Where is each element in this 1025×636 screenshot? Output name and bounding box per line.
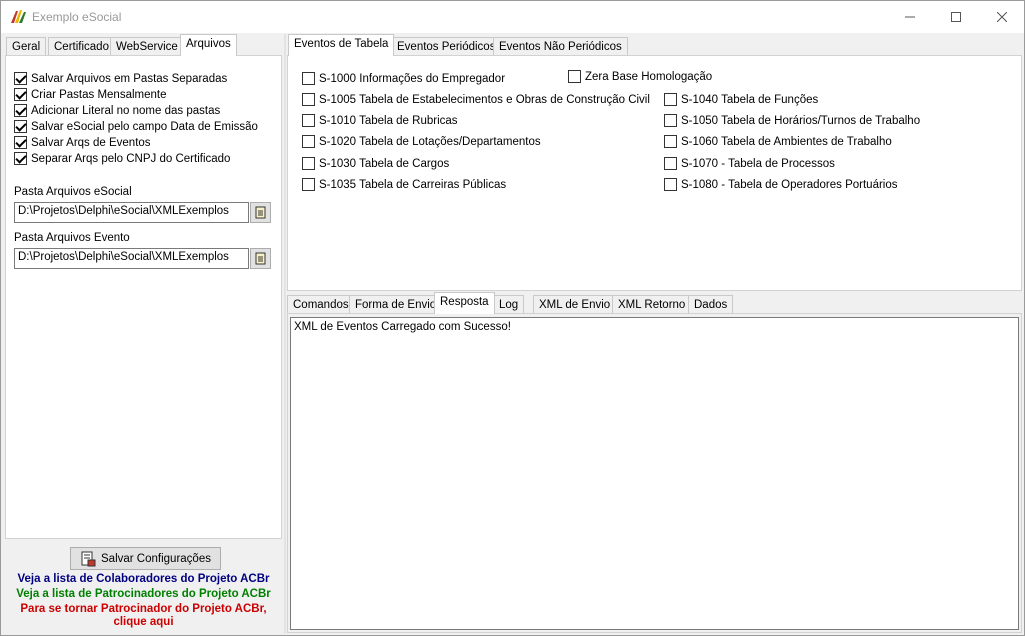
- checkbox[interactable]: [14, 104, 27, 117]
- checkbox[interactable]: [14, 152, 27, 165]
- close-button[interactable]: [979, 1, 1025, 33]
- option-adicionar-literal[interactable]: Adicionar Literal no nome das pastas: [14, 104, 220, 117]
- browse-esocial-button[interactable]: [250, 202, 271, 223]
- event-s1000[interactable]: S-1000 Informações do Empregador: [302, 72, 505, 85]
- arquivos-panel: Salvar Arquivos em Pastas Separadas Cria…: [5, 55, 282, 539]
- checkbox[interactable]: [14, 88, 27, 101]
- title-bar: Exemplo eSocial: [1, 1, 1024, 33]
- option-salvar-data-emissao[interactable]: Salvar eSocial pelo campo Data de Emissã…: [14, 120, 258, 133]
- option-label: Salvar eSocial pelo campo Data de Emissã…: [31, 120, 258, 133]
- option-salvar-arqs-eventos[interactable]: Salvar Arqs de Eventos: [14, 136, 151, 149]
- option-label: Adicionar Literal no nome das pastas: [31, 104, 221, 117]
- event-label: S-1020 Tabela de Lotações/Departamentos: [319, 135, 541, 148]
- checkbox[interactable]: [302, 93, 315, 106]
- checkbox[interactable]: [302, 135, 315, 148]
- resposta-panel: XML de Eventos Carregado com Sucesso!: [287, 313, 1022, 633]
- tab-forma-envio[interactable]: Forma de Envio: [349, 295, 443, 314]
- event-s1030[interactable]: S-1030 Tabela de Cargos: [302, 157, 449, 170]
- close-icon: [997, 12, 1007, 22]
- pasta-evento-label: Pasta Arquivos Evento: [14, 232, 130, 244]
- tab-certificado[interactable]: Certificado: [48, 37, 115, 56]
- zera-base-label: Zera Base Homologação: [585, 70, 713, 83]
- patrocinador-link-line2[interactable]: clique aqui: [5, 616, 282, 628]
- event-s1040[interactable]: S-1040 Tabela de Funções: [664, 93, 818, 106]
- option-label: Criar Pastas Mensalmente: [31, 88, 167, 101]
- patrocinador-link-line1[interactable]: Para se tornar Patrocinador do Projeto A…: [5, 603, 282, 615]
- event-label: S-1040 Tabela de Funções: [681, 93, 819, 106]
- event-s1050[interactable]: S-1050 Tabela de Horários/Turnos de Trab…: [664, 114, 920, 127]
- save-config-label: Salvar Configurações: [101, 552, 211, 565]
- option-criar-pastas-mensalmente[interactable]: Criar Pastas Mensalmente: [14, 88, 167, 101]
- response-memo[interactable]: XML de Eventos Carregado com Sucesso!: [290, 317, 1019, 630]
- checkbox[interactable]: [302, 114, 315, 127]
- event-label: S-1030 Tabela de Cargos: [319, 157, 450, 170]
- option-label: Separar Arqs pelo CNPJ do Certificado: [31, 152, 231, 165]
- option-label: Salvar Arquivos em Pastas Separadas: [31, 72, 228, 85]
- maximize-icon: [951, 12, 961, 22]
- checkbox[interactable]: [14, 120, 27, 133]
- event-label: S-1060 Tabela de Ambientes de Trabalho: [681, 135, 892, 148]
- tab-dados[interactable]: Dados: [688, 295, 734, 314]
- event-s1080[interactable]: S-1080 - Tabela de Operadores Portuários: [664, 178, 898, 191]
- response-text: XML de Eventos Carregado com Sucesso!: [294, 321, 511, 333]
- event-label: S-1005 Tabela de Estabelecimentos e Obra…: [319, 93, 650, 106]
- patrocinadores-link[interactable]: Veja a lista de Patrocinadores do Projet…: [5, 588, 282, 600]
- tab-eventos-nao-periodicos[interactable]: Eventos Não Periódicos: [493, 37, 628, 56]
- folder-browse-icon: [255, 252, 265, 265]
- option-label: Salvar Arqs de Eventos: [31, 136, 151, 149]
- tab-eventos-tabela[interactable]: Eventos de Tabela: [288, 34, 395, 56]
- app-icon: [11, 10, 26, 23]
- save-document-icon: [81, 551, 96, 566]
- colaboradores-link[interactable]: Veja a lista de Colaboradores do Projeto…: [5, 573, 282, 585]
- tab-log[interactable]: Log: [493, 295, 525, 314]
- checkbox[interactable]: [302, 157, 315, 170]
- checkbox[interactable]: [664, 135, 677, 148]
- event-label: S-1050 Tabela de Horários/Turnos de Trab…: [681, 114, 921, 127]
- pasta-esocial-input[interactable]: D:\Projetos\Delphi\eSocial\XMLExemplos: [14, 202, 249, 223]
- event-s1060[interactable]: S-1060 Tabela de Ambientes de Trabalho: [664, 135, 892, 148]
- checkbox[interactable]: [568, 70, 581, 83]
- main-window: Exemplo eSocial Geral Certificado WebSer…: [0, 0, 1025, 636]
- window-title: Exemplo eSocial: [32, 10, 122, 24]
- tab-webservice[interactable]: WebService: [110, 37, 184, 56]
- event-label: S-1000 Informações do Empregador: [319, 72, 506, 85]
- event-label: S-1070 - Tabela de Processos: [681, 157, 835, 170]
- event-label: S-1080 - Tabela de Operadores Portuários: [681, 178, 898, 191]
- checkbox[interactable]: [14, 72, 27, 85]
- event-s1070[interactable]: S-1070 - Tabela de Processos: [664, 157, 835, 170]
- eventos-tabela-panel: S-1000 Informações do Empregador S-1005 …: [287, 55, 1022, 291]
- tab-geral[interactable]: Geral: [6, 37, 47, 56]
- tab-comandos[interactable]: Comandos: [287, 295, 355, 314]
- option-salvar-pastas-separadas[interactable]: Salvar Arquivos em Pastas Separadas: [14, 72, 227, 85]
- tab-xml-retorno[interactable]: XML Retorno: [612, 295, 692, 314]
- zera-base-homologacao[interactable]: Zera Base Homologação: [568, 70, 712, 83]
- checkbox[interactable]: [302, 72, 315, 85]
- checkbox[interactable]: [14, 136, 27, 149]
- event-s1020[interactable]: S-1020 Tabela de Lotações/Departamentos: [302, 135, 541, 148]
- tab-resposta[interactable]: Resposta: [434, 292, 495, 314]
- maximize-button[interactable]: [933, 1, 979, 33]
- minimize-icon: [905, 16, 915, 18]
- folder-browse-icon: [255, 206, 265, 219]
- event-s1035[interactable]: S-1035 Tabela de Carreiras Públicas: [302, 178, 506, 191]
- checkbox[interactable]: [664, 157, 677, 170]
- event-label: S-1010 Tabela de Rubricas: [319, 114, 458, 127]
- pasta-evento-input[interactable]: D:\Projetos\Delphi\eSocial\XMLExemplos: [14, 248, 249, 269]
- tab-eventos-periodicos[interactable]: Eventos Periódicos: [391, 37, 502, 56]
- browse-evento-button[interactable]: [250, 248, 271, 269]
- tab-xml-envio[interactable]: XML de Envio: [533, 295, 617, 314]
- pasta-esocial-label: Pasta Arquivos eSocial: [14, 186, 132, 198]
- option-separar-cnpj[interactable]: Separar Arqs pelo CNPJ do Certificado: [14, 152, 230, 165]
- checkbox[interactable]: [664, 93, 677, 106]
- checkbox[interactable]: [664, 178, 677, 191]
- tab-arquivos[interactable]: Arquivos: [180, 34, 237, 56]
- save-config-button[interactable]: Salvar Configurações: [70, 547, 221, 570]
- minimize-button[interactable]: [887, 1, 933, 33]
- checkbox[interactable]: [302, 178, 315, 191]
- event-s1010[interactable]: S-1010 Tabela de Rubricas: [302, 114, 458, 127]
- event-s1005[interactable]: S-1005 Tabela de Estabelecimentos e Obra…: [302, 93, 650, 106]
- event-label: S-1035 Tabela de Carreiras Públicas: [319, 178, 507, 191]
- checkbox[interactable]: [664, 114, 677, 127]
- splitter[interactable]: [284, 34, 286, 634]
